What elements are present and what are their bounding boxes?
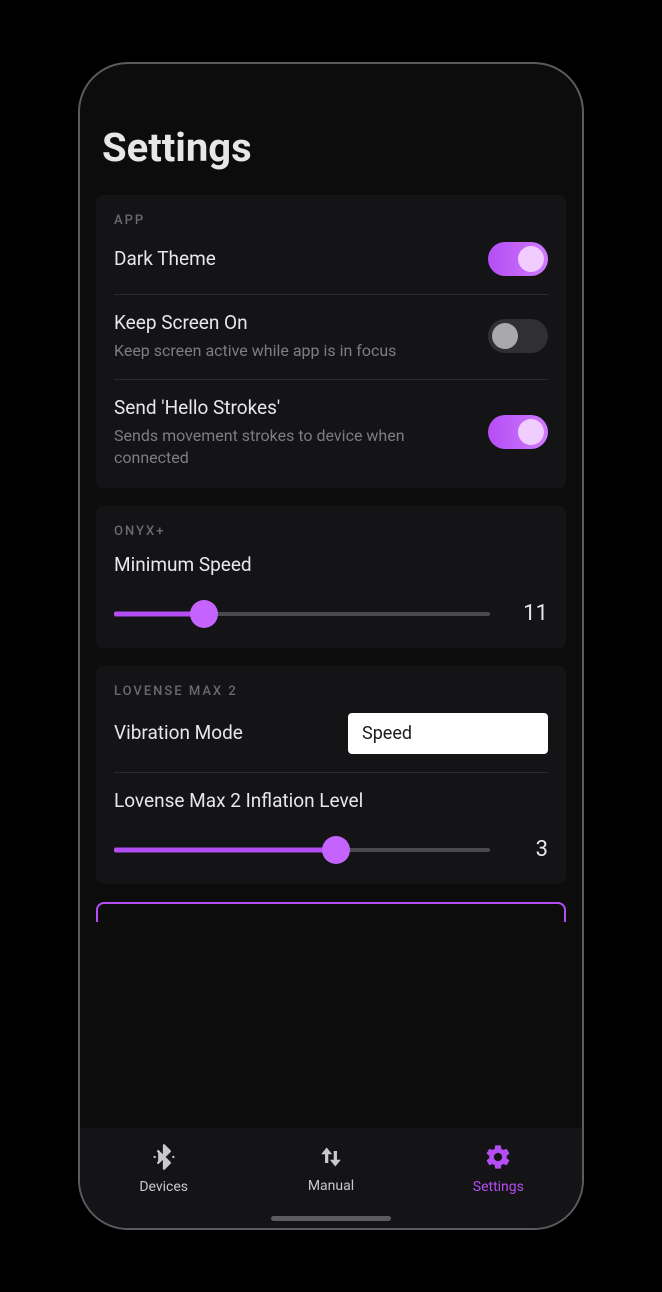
hello-strokes-toggle[interactable] [488,415,548,449]
nav-manual-label: Manual [308,1178,354,1194]
divider [114,379,548,380]
page-title: Settings [102,124,560,171]
hello-strokes-sub: Sends movement strokes to device when co… [114,425,444,468]
home-indicator[interactable] [271,1216,391,1221]
bottom-nav: Devices Manual Settings [80,1128,582,1228]
vibration-mode-row: Vibration Mode Speed [114,713,548,754]
app-section: APP Dark Theme Keep Screen On Keep scree… [96,195,566,488]
nav-settings-label: Settings [473,1179,524,1195]
section-header-lovense: LOVENSE MAX 2 [114,684,548,699]
nav-manual[interactable]: Manual [281,1144,381,1194]
vibration-mode-label: Vibration Mode [114,721,243,746]
divider [114,294,548,295]
onyx-section: ONYX+ Minimum Speed 11 [96,506,566,648]
section-header-app: APP [114,213,548,228]
hello-strokes-label: Send 'Hello Strokes' [114,396,474,421]
settings-screen: Settings APP Dark Theme Keep Screen On K… [80,64,582,1128]
keep-screen-sub: Keep screen active while app is in focus [114,340,444,362]
min-speed-label: Minimum Speed [114,553,548,578]
hello-strokes-row: Send 'Hello Strokes' Sends movement stro… [114,396,548,468]
next-section-peek [96,902,566,922]
inflation-slider[interactable] [114,836,490,864]
dark-theme-toggle[interactable] [488,242,548,276]
lovense-section: LOVENSE MAX 2 Vibration Mode Speed Loven… [96,666,566,884]
phone-frame: Settings APP Dark Theme Keep Screen On K… [78,62,584,1230]
inflation-value: 3 [514,837,548,862]
gear-icon [484,1143,512,1175]
section-header-onyx: ONYX+ [114,524,548,539]
inflation-label: Lovense Max 2 Inflation Level [114,789,548,814]
keep-screen-label: Keep Screen On [114,311,474,336]
keep-screen-toggle[interactable] [488,319,548,353]
vibration-mode-select[interactable]: Speed [348,713,548,754]
dark-theme-label: Dark Theme [114,247,474,272]
dark-theme-row: Dark Theme [114,242,548,276]
min-speed-value: 11 [514,601,548,626]
updown-arrows-icon [318,1144,344,1174]
divider [114,772,548,773]
nav-settings[interactable]: Settings [448,1143,548,1195]
bluetooth-icon [150,1143,178,1175]
nav-devices[interactable]: Devices [114,1143,214,1195]
keep-screen-row: Keep Screen On Keep screen active while … [114,311,548,361]
min-speed-slider[interactable] [114,600,490,628]
nav-devices-label: Devices [139,1179,188,1195]
